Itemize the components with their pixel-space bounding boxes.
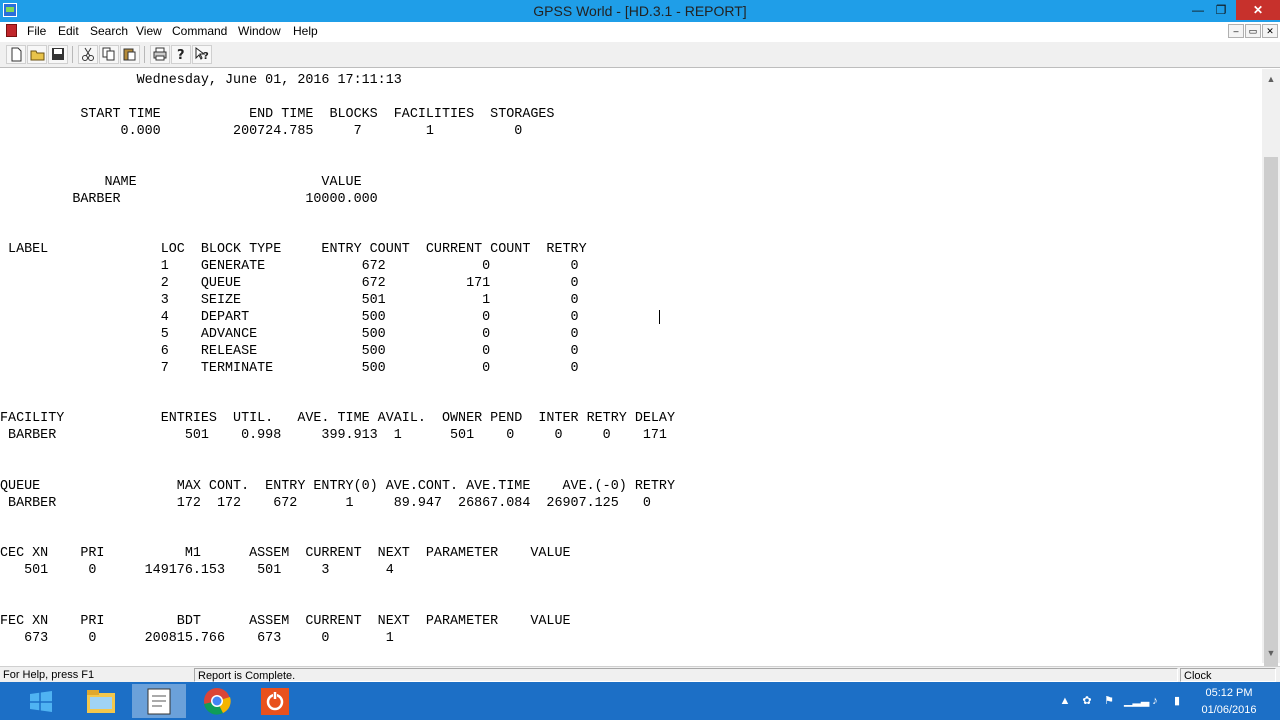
mdi-restore-button[interactable]: ▭ (1245, 24, 1261, 38)
text-caret (659, 310, 660, 324)
copy-icon[interactable] (99, 45, 119, 64)
start-icon[interactable] (26, 691, 56, 713)
save-icon[interactable] (48, 45, 68, 64)
gpss-world-icon[interactable] (132, 684, 186, 718)
report-line: 6 RELEASE 500 0 0 (0, 344, 579, 359)
menu-window[interactable]: Window (238, 24, 281, 38)
toolbar-separator (72, 46, 73, 63)
close-button[interactable]: ✕ (1236, 0, 1280, 20)
report-line: 673 0 200815.766 673 0 1 (0, 631, 394, 646)
tray-flag-icon[interactable]: ⚑ (1102, 695, 1116, 707)
volume-icon[interactable]: ♪ (1148, 695, 1162, 707)
report-line: 4 DEPART 500 0 0 (0, 310, 579, 325)
network-icon[interactable]: ▁▂▃ (1124, 695, 1149, 707)
report-line: FEC XN PRI BDT ASSEM CURRENT NEXT PARAME… (0, 614, 571, 629)
report-line: START TIME END TIME BLOCKS FACILITIES ST… (0, 107, 555, 122)
scroll-down-icon[interactable]: ▼ (1262, 645, 1280, 661)
report-line: 0.000 200724.785 7 1 0 (0, 124, 523, 139)
taskbar: ▲ ✿ ⚑ ▁▂▃ ♪ ▮ (0, 682, 1280, 720)
tray-app-icon[interactable]: ✿ (1080, 695, 1094, 707)
report-view[interactable]: Wednesday, June 01, 2016 17:11:13 START … (0, 69, 1262, 663)
report-line: CEC XN PRI M1 ASSEM CURRENT NEXT PARAMET… (0, 546, 571, 561)
status-help-text: For Help, press F1 (3, 669, 95, 681)
menu-bar: File Edit Search View Command Window Hel… (0, 22, 1280, 41)
new-file-icon[interactable] (6, 45, 26, 64)
print-icon[interactable] (150, 45, 170, 64)
toolbar: ? ? (0, 42, 1280, 68)
menu-view[interactable]: View (136, 24, 162, 38)
report-line: Wednesday, June 01, 2016 17:11:13 (0, 73, 402, 88)
svg-text:?: ? (203, 51, 209, 62)
help-icon[interactable]: ? (171, 45, 191, 64)
report-line: 5 ADVANCE 500 0 0 (0, 327, 579, 342)
toolbar-separator (144, 46, 145, 63)
report-line: FACILITY ENTRIES UTIL. AVE. TIME AVAIL. … (0, 411, 675, 426)
battery-icon[interactable]: ▮ (1170, 695, 1184, 707)
menu-file[interactable]: File (27, 24, 46, 38)
open-folder-icon[interactable] (27, 45, 47, 64)
report-line: BARBER 172 172 672 1 89.947 26867.084 26… (0, 496, 651, 511)
context-help-icon[interactable]: ? (192, 45, 212, 64)
status-bar: For Help, press F1 Report is Complete. C… (0, 666, 1280, 683)
scroll-up-icon[interactable]: ▲ (1262, 71, 1280, 87)
scrollbar-thumb[interactable] (1264, 157, 1278, 717)
report-line: 2 QUEUE 672 171 0 (0, 276, 579, 291)
office-icon[interactable] (248, 684, 302, 718)
report-line: 7 TERMINATE 500 0 0 (0, 361, 579, 376)
report-line: QUEUE MAX CONT. ENTRY ENTRY(0) AVE.CONT.… (0, 479, 675, 494)
menu-search[interactable]: Search (90, 24, 128, 38)
report-line: BARBER 10000.000 (0, 192, 378, 207)
status-mode: Clock (1180, 668, 1276, 682)
chrome-icon[interactable] (190, 684, 244, 718)
document-icon[interactable] (6, 24, 17, 37)
svg-text:?: ? (177, 48, 185, 62)
restore-button[interactable]: ❐ (1206, 0, 1236, 20)
menu-help[interactable]: Help (293, 24, 318, 38)
file-explorer-icon[interactable] (74, 684, 128, 718)
menu-command[interactable]: Command (172, 24, 227, 38)
cut-icon[interactable] (78, 45, 98, 64)
title-bar: GPSS World - [HD.3.1 - REPORT] — ❐ ✕ (0, 0, 1280, 22)
menu-edit[interactable]: Edit (58, 24, 79, 38)
report-line: NAME VALUE (0, 175, 362, 190)
paste-icon[interactable] (120, 45, 140, 64)
status-message: Report is Complete. (194, 668, 1178, 682)
report-line: LABEL LOC BLOCK TYPE ENTRY COUNT CURRENT… (0, 242, 587, 257)
mdi-close-button[interactable]: ✕ (1262, 24, 1278, 38)
report-line: 3 SEIZE 501 1 0 (0, 293, 579, 308)
tray-chevron-icon[interactable]: ▲ (1058, 695, 1072, 707)
report-line: 1 GENERATE 672 0 0 (0, 259, 579, 274)
mdi-minimize-button[interactable]: – (1228, 24, 1244, 38)
window-title: GPSS World - [HD.3.1 - REPORT] (533, 3, 747, 19)
report-line: BARBER 501 0.998 399.913 1 501 0 0 0 171 (0, 428, 667, 443)
taskbar-clock-date[interactable]: 01/06/2016 (1198, 704, 1260, 716)
vertical-scrollbar[interactable]: ▲ ▼ (1262, 69, 1280, 717)
report-line: 501 0 149176.153 501 3 4 (0, 563, 394, 578)
taskbar-clock-time[interactable]: 05:12 PM (1200, 687, 1258, 699)
